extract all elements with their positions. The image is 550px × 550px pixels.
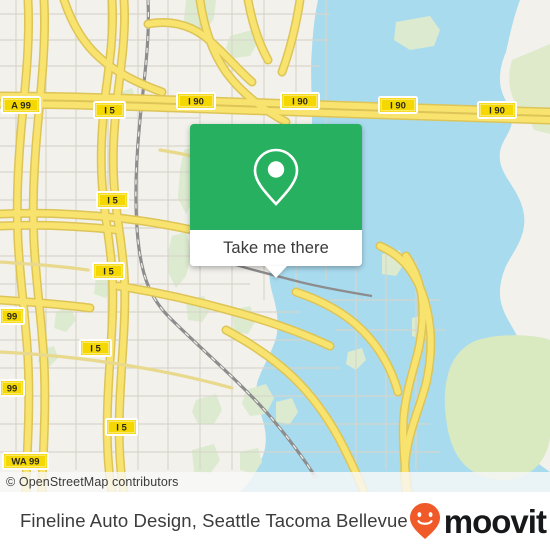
destination-callout-card[interactable]: Take me there — [190, 124, 362, 278]
footer-bar: Fineline Auto Design, Seattle Tacoma Bel… — [0, 492, 550, 550]
highway-shield: I 90 — [378, 96, 418, 114]
highway-shield: I 5 — [79, 339, 112, 357]
map-island-park — [444, 335, 550, 480]
callout-card-image — [190, 124, 362, 230]
highway-shield-label: 99 — [7, 311, 18, 322]
highway-shield: A 99 — [1, 96, 41, 114]
highway-shield-label: A 99 — [11, 100, 31, 111]
callout-card-action[interactable]: Take me there — [190, 230, 362, 278]
highway-shield-label: I 90 — [489, 105, 505, 116]
attribution-text: © OpenStreetMap contributors — [6, 475, 179, 489]
highway-shield: WA 99 — [2, 452, 49, 470]
highway-shield-label: I 90 — [390, 100, 406, 111]
place-title: Fineline Auto Design, Seattle Tacoma Bel… — [20, 510, 408, 531]
attribution-bar: © OpenStreetMap contributors — [0, 472, 550, 492]
highway-shield: I 90 — [280, 92, 320, 110]
highway-shield-label: I 5 — [103, 266, 114, 277]
highway-shield-label: I 5 — [107, 195, 118, 206]
highway-shield: I 5 — [92, 262, 125, 280]
highway-shield-label: 99 — [7, 383, 18, 394]
location-pin-icon — [253, 148, 299, 206]
moovit-wordmark: moovit — [443, 502, 547, 540]
highway-shield-label: I 90 — [292, 96, 308, 107]
highway-shield-label: I 5 — [90, 343, 101, 354]
highway-shield: I 5 — [105, 418, 138, 436]
highway-shield-label: I 5 — [116, 422, 127, 433]
highway-shield-label: WA 99 — [11, 456, 39, 467]
highway-shield-label: I 90 — [188, 96, 204, 107]
highway-shield: I 90 — [477, 101, 517, 119]
highway-shield: I 5 — [96, 191, 129, 209]
highway-shield-label: I 5 — [104, 105, 115, 116]
map-page: A 99 I 5 I 90 I 90 I 90 I 90 I 5 I 5 99 I 5 99 I 5 W… — [0, 0, 550, 550]
highway-shield: I 90 — [176, 92, 216, 110]
take-me-there-label: Take me there — [223, 238, 329, 257]
moovit-logo[interactable]: moovit — [408, 502, 547, 540]
highway-shield: I 5 — [93, 101, 126, 119]
moovit-pin-smiley-icon — [409, 503, 440, 539]
highway-shield: 99 — [0, 307, 25, 325]
callout-pointer — [265, 266, 287, 278]
highway-shield: 99 — [0, 379, 25, 397]
